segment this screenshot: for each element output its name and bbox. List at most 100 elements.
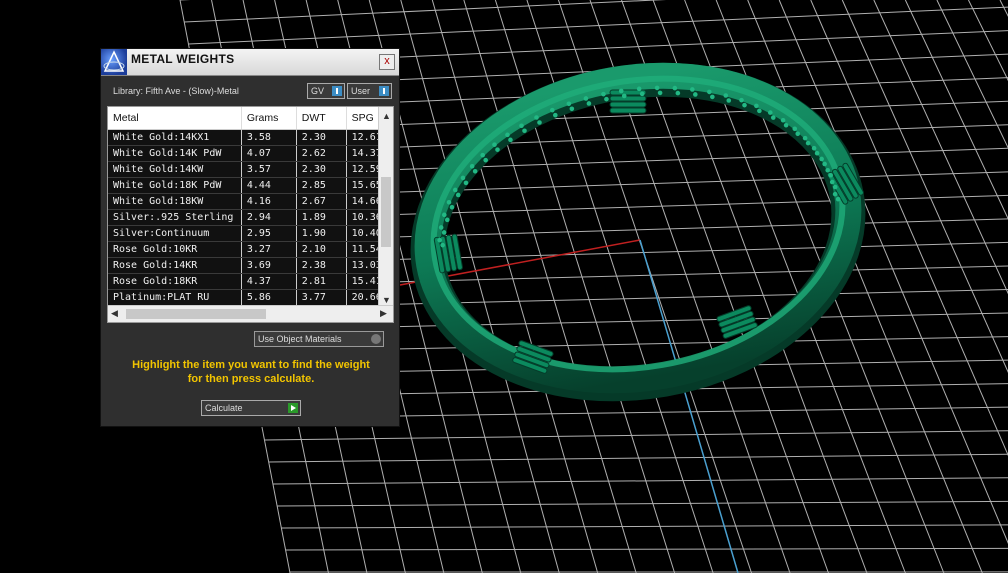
ring-bead xyxy=(754,103,759,109)
ring-bead xyxy=(472,168,478,174)
ring-bead xyxy=(553,112,558,118)
toggle-indicator-icon xyxy=(371,334,381,344)
ring-bead xyxy=(604,96,609,102)
table-cell: 2.95 xyxy=(241,225,297,242)
ring-band xyxy=(609,107,647,114)
table-row[interactable]: White Gold:14K PdW 4.07 2.62 14.37 xyxy=(108,145,393,162)
ring-bead xyxy=(636,86,642,92)
gv-label: GV xyxy=(311,86,325,96)
ring-bead xyxy=(657,90,663,96)
ring-bead xyxy=(566,101,572,107)
ring-bead xyxy=(460,175,466,181)
ring-bead xyxy=(601,91,606,97)
grid-line xyxy=(264,430,1008,441)
horizontal-scrollbar[interactable]: ◀ ▶ xyxy=(108,305,393,322)
scroll-left-icon[interactable]: ◀ xyxy=(111,308,118,319)
table-cell: 1.90 xyxy=(296,225,347,242)
table-row[interactable]: Rose Gold:14KR 3.69 2.38 13.03 xyxy=(108,257,393,274)
ring-bead xyxy=(828,172,834,178)
table-row[interactable]: White Gold:14KX1 3.58 2.30 12.61 xyxy=(108,129,393,146)
table-cell: 4.07 xyxy=(241,145,297,162)
use-object-materials-label: Use Object Materials xyxy=(258,334,342,344)
table-cell: 4.44 xyxy=(241,177,297,194)
table-cell: Silver:.925 Sterling xyxy=(108,209,242,226)
horizontal-scroll-thumb[interactable] xyxy=(126,309,266,319)
column-header[interactable]: Grams xyxy=(241,107,297,130)
table-header: Metal Grams DWT SPG xyxy=(108,107,393,130)
metal-table[interactable]: Metal Grams DWT SPG White Gold:14KX1 3.58 2.3… xyxy=(107,106,394,323)
ring-bead xyxy=(492,142,497,147)
library-label: Library: Fifth Ave - (Slow)-Metal xyxy=(113,86,239,96)
ring-bead xyxy=(690,87,695,92)
ring-bead xyxy=(495,147,500,152)
table-row[interactable]: White Gold:18KW 4.16 2.67 14.66 xyxy=(108,193,393,210)
table-row[interactable]: Rose Gold:10KR 3.27 2.10 11.54 xyxy=(108,241,393,258)
vertical-scrollbar[interactable]: ▲ ▼ xyxy=(378,107,393,307)
grid-line xyxy=(272,477,1008,485)
ring-bead xyxy=(508,137,513,143)
table-cell: 2.38 xyxy=(296,257,347,274)
table-row[interactable]: Silver:.925 Sterling 2.94 1.89 10.36 xyxy=(108,209,393,226)
ring-bead xyxy=(795,131,801,137)
ring-bead xyxy=(783,122,789,128)
grid-line xyxy=(999,0,1008,17)
table-cell: Platinum:PLAT RU xyxy=(108,289,242,306)
close-button[interactable]: x xyxy=(379,54,395,70)
grid-line xyxy=(747,0,983,573)
table-cell: 2.62 xyxy=(296,145,347,162)
table-cell: 3.57 xyxy=(241,161,297,178)
ring-band xyxy=(609,95,647,102)
ring-bead xyxy=(505,132,510,138)
ring-bead xyxy=(832,184,838,190)
ring-bead xyxy=(480,152,485,158)
ring-bead xyxy=(825,167,831,173)
ring-bead xyxy=(639,91,645,97)
scroll-up-icon[interactable]: ▲ xyxy=(382,111,391,121)
ring-bead xyxy=(742,102,747,108)
gv-toggle[interactable]: GV xyxy=(307,83,345,99)
ring-bead xyxy=(802,135,808,141)
table-cell: White Gold:18KW xyxy=(108,193,242,210)
table-cell: 2.94 xyxy=(241,209,297,226)
table-cell: 2.30 xyxy=(296,129,347,146)
column-header[interactable]: DWT xyxy=(296,107,347,130)
ring-bead xyxy=(522,128,527,134)
ring-bead xyxy=(770,115,776,120)
user-toggle[interactable]: User xyxy=(347,83,392,99)
ring-bead xyxy=(739,97,744,103)
ring-bead xyxy=(792,126,798,132)
grid-line xyxy=(281,524,1008,529)
ring-bead xyxy=(583,96,589,101)
ring-bead xyxy=(449,204,455,210)
table-row[interactable]: Platinum:PLAT RU 5.86 3.77 20.66 xyxy=(108,289,393,306)
table-cell: 2.81 xyxy=(296,273,347,290)
ring-bead xyxy=(441,212,447,218)
table-cell: 2.67 xyxy=(296,193,347,210)
column-header[interactable]: Metal xyxy=(108,107,242,130)
calculate-button[interactable]: Calculate xyxy=(201,400,301,416)
scroll-right-icon[interactable]: ▶ xyxy=(380,308,387,319)
ring-bead xyxy=(586,101,592,106)
table-cell: 1.89 xyxy=(296,209,347,226)
table-row[interactable]: White Gold:14KW 3.57 2.30 12.59 xyxy=(108,161,393,178)
table-row[interactable]: White Gold:18K PdW 4.44 2.85 15.65 xyxy=(108,177,393,194)
vertical-scroll-thumb[interactable] xyxy=(381,177,391,247)
instruction-line-1: Highlight the item you want to find the … xyxy=(132,359,370,371)
use-object-materials-toggle[interactable]: Use Object Materials xyxy=(254,331,384,347)
ring-bead xyxy=(455,192,461,198)
ring-bead xyxy=(723,93,729,98)
ring-bead xyxy=(811,145,817,151)
table-cell: 4.37 xyxy=(241,273,297,290)
title-bar[interactable]: METAL WEIGHTS x xyxy=(101,49,399,76)
table-row[interactable]: Silver:Continuum 2.95 1.90 10.40 xyxy=(108,225,393,242)
ring-bead xyxy=(440,242,445,248)
table-row[interactable]: Rose Gold:18KR 4.37 2.81 15.41 xyxy=(108,273,393,290)
table-cell: 3.27 xyxy=(241,241,297,258)
instruction-line-2: for then press calculate. xyxy=(187,373,315,385)
table-cell: Rose Gold:14KR xyxy=(108,257,242,274)
ring-bead xyxy=(805,140,811,146)
gv-indicator-icon xyxy=(332,86,342,96)
ring-bead xyxy=(672,85,678,91)
table-cell: White Gold:14K PdW xyxy=(108,145,242,162)
scroll-down-icon[interactable]: ▼ xyxy=(382,295,391,305)
